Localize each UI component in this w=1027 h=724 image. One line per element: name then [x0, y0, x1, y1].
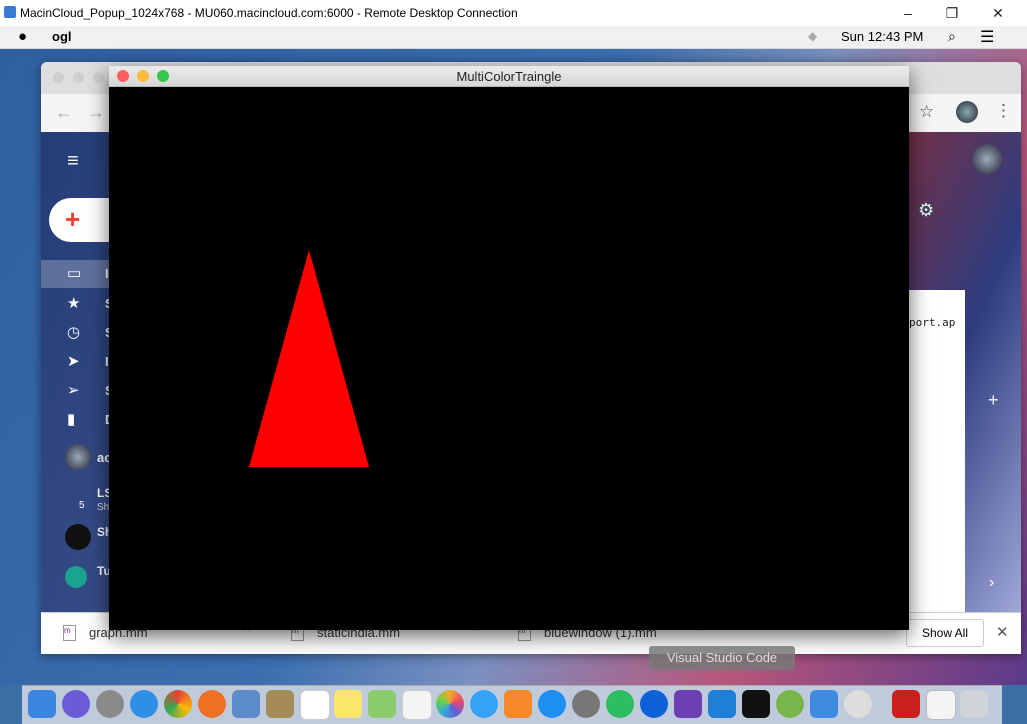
terminal-icon[interactable] [742, 690, 770, 718]
app-store-icon[interactable] [538, 690, 566, 718]
calendar-dock-icon[interactable] [300, 690, 330, 720]
browser-minimize-light[interactable] [73, 72, 84, 83]
spotlight-icon[interactable]: ⌕ [948, 28, 956, 45]
back-icon[interactable]: ← [55, 102, 73, 123]
chat-avatar[interactable] [65, 566, 87, 588]
system-preferences-icon[interactable] [572, 690, 600, 718]
mac-menu-bar: ● ogl ◆ Sun 12:43 PM ⌕ ☰ [0, 26, 1027, 49]
menu-clock[interactable]: Sun 12:43 PM [841, 29, 923, 44]
sidebar-item-important[interactable]: ➤ I [41, 348, 109, 376]
acrobat-icon[interactable] [892, 690, 920, 718]
restore-button[interactable]: ❐ [937, 3, 967, 23]
siri-icon[interactable] [62, 690, 90, 718]
xcode-icon[interactable] [810, 690, 838, 718]
sidebar-item-sent[interactable]: ➢ S [41, 377, 114, 405]
browser-menu-icon[interactable]: ⋮ [995, 101, 1012, 121]
chat-sub: Sh [97, 502, 110, 513]
chat-avatar[interactable] [65, 524, 91, 550]
firefox-icon[interactable] [198, 690, 226, 718]
account-avatar[interactable] [65, 444, 91, 470]
trash-icon[interactable] [960, 690, 988, 718]
preview-icon[interactable] [232, 690, 260, 718]
vscode-icon[interactable] [708, 690, 736, 718]
close-button[interactable]: ✕ [983, 3, 1013, 23]
expand-panel-icon[interactable]: › [989, 574, 994, 592]
books-icon[interactable] [504, 690, 532, 718]
chrome-icon[interactable] [164, 690, 192, 718]
messages-icon[interactable] [470, 690, 498, 718]
forward-icon[interactable]: → [87, 102, 105, 123]
red-triangle [249, 250, 369, 467]
sidebar-item-inbox[interactable]: ▭ I [41, 260, 109, 288]
browser-maximize-light[interactable] [93, 72, 104, 83]
email-panel: port.ap [909, 290, 965, 654]
profile-avatar[interactable] [956, 101, 978, 123]
downloads-close-button[interactable]: ✕ [996, 623, 1009, 641]
compose-plus-icon: + [65, 204, 81, 234]
ogl-window-title: MultiColorTraingle [456, 69, 562, 84]
dock [22, 685, 1002, 724]
rdp-window-title: MacinCloud_Popup_1024x768 - MU060.macinc… [20, 6, 518, 20]
sidebar-item-snoozed[interactable]: ◷ S [41, 319, 114, 347]
reminders-icon[interactable] [402, 690, 432, 720]
file-icon: m [63, 625, 76, 641]
chat-count-badge: 5 [79, 500, 85, 511]
code-snippet: port.ap [909, 316, 956, 329]
gmail-profile-avatar[interactable] [972, 144, 1002, 174]
clock-icon: ◷ [67, 324, 81, 341]
mm-file-icon[interactable] [926, 690, 956, 720]
browser-close-light[interactable] [53, 72, 64, 83]
show-all-button[interactable]: Show All [906, 619, 984, 647]
bookmark-star-icon[interactable]: ☆ [919, 102, 934, 122]
evernote-icon[interactable] [606, 690, 634, 718]
settings-gear-icon[interactable]: ⚙ [918, 200, 934, 221]
maps-icon[interactable] [368, 690, 396, 718]
finder-icon[interactable] [28, 690, 56, 718]
notes-icon[interactable] [334, 690, 362, 718]
dock-tooltip: Visual Studio Code [649, 646, 795, 670]
send-icon: ➢ [67, 382, 80, 399]
inbox-icon: ▭ [67, 265, 82, 282]
ogl-canvas [249, 250, 369, 467]
app-menu[interactable]: ogl [52, 29, 72, 44]
sidebar-item-starred[interactable]: ★ S [41, 290, 114, 318]
photos-icon[interactable] [436, 690, 464, 718]
add-addon-icon[interactable]: + [988, 390, 999, 411]
rdp-app-icon [4, 6, 16, 18]
sidebar-item-drafts[interactable]: ▮ D [41, 406, 114, 434]
draft-icon: ▮ [67, 411, 76, 428]
safari-icon[interactable] [130, 690, 158, 718]
android-studio-icon[interactable] [776, 690, 804, 718]
apple-icon[interactable]: ● [18, 28, 27, 45]
minimize-button[interactable]: – [893, 3, 923, 23]
notification-center-icon[interactable]: ☰ [980, 27, 994, 47]
star-icon: ★ [67, 295, 81, 312]
instruments-icon[interactable] [844, 690, 872, 718]
rdp-title-bar: MacinCloud_Popup_1024x768 - MU060.macinc… [0, 0, 1027, 26]
contacts-icon[interactable] [266, 690, 294, 718]
launchpad-icon[interactable] [96, 690, 124, 718]
visual-studio-icon[interactable] [674, 690, 702, 718]
wifi-icon[interactable]: ◆ [808, 29, 817, 43]
ogl-window: MultiColorTraingle [109, 66, 909, 630]
dropbox-icon[interactable] [640, 690, 668, 718]
ogl-title-bar: MultiColorTraingle [109, 66, 909, 87]
label-icon: ➤ [67, 353, 80, 370]
hamburger-menu-icon[interactable]: ≡ [67, 150, 79, 173]
